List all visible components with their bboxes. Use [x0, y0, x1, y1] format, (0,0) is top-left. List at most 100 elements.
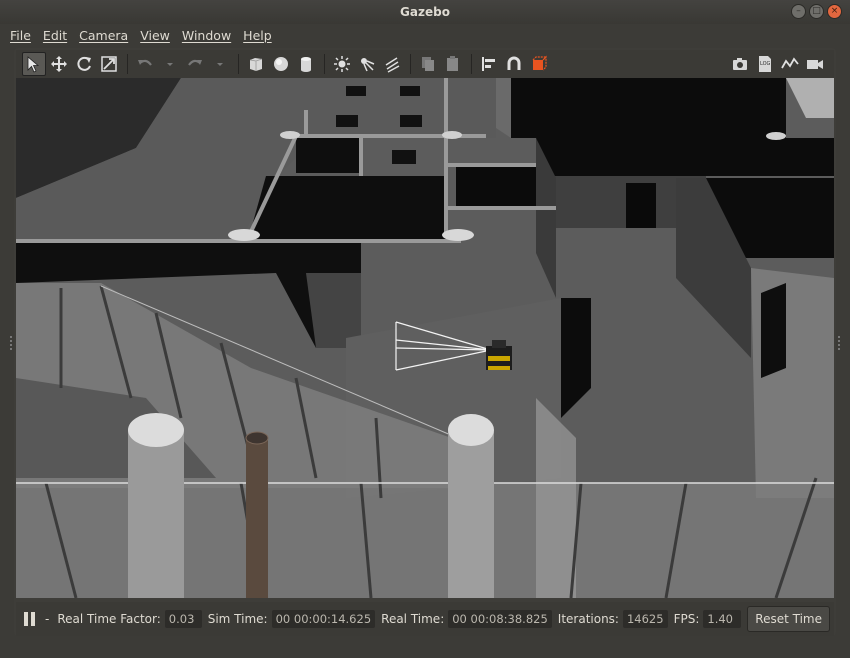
wall	[496, 78, 511, 138]
toolbar-separator	[410, 54, 411, 74]
point-light-button[interactable]	[330, 52, 354, 76]
sphere-icon	[274, 57, 288, 71]
step-separator: -	[45, 612, 50, 626]
pause-icon[interactable]	[24, 612, 35, 626]
iterations-label: Iterations:	[557, 612, 619, 626]
snap-button[interactable]	[502, 52, 526, 76]
move-arrows-icon	[51, 56, 67, 72]
sim-time-label: Sim Time:	[207, 612, 268, 626]
box-shape-button[interactable]	[244, 52, 268, 76]
maximize-button[interactable]: □	[809, 4, 824, 19]
paste-icon	[447, 56, 458, 71]
view-cube-icon	[532, 55, 548, 71]
caret-down-icon	[217, 63, 223, 66]
menu-bar: File Edit Camera View Window Help	[0, 24, 850, 46]
select-mode-button[interactable]	[22, 52, 46, 76]
status-bar: - Real Time Factor: 0.03 Sim Time: 00 00…	[16, 602, 834, 636]
cylinder-icon	[301, 57, 311, 72]
translate-mode-button[interactable]	[47, 52, 71, 76]
directional-light-button[interactable]	[380, 52, 404, 76]
pillar-cap	[280, 131, 300, 139]
fps-label: FPS:	[673, 612, 700, 626]
pillar-body	[128, 430, 184, 598]
svg-text:LOG: LOG	[760, 61, 771, 67]
toolbar-right-group: LOG	[728, 52, 828, 76]
toolbar-separator	[324, 54, 325, 74]
iterations-value: 14625	[622, 610, 668, 628]
doorway	[626, 183, 656, 228]
scene-render[interactable]	[16, 78, 834, 598]
sun-icon	[334, 56, 350, 72]
fps-value: 1.40	[703, 610, 742, 628]
menu-window[interactable]: Window	[176, 28, 237, 43]
sim-time-value: 00 00:00:14.625	[271, 610, 376, 628]
window-controls: – □ ×	[791, 4, 842, 19]
pillar-cap	[442, 131, 462, 139]
doorway	[456, 166, 536, 208]
screenshot-button[interactable]	[728, 52, 752, 76]
spot-light-icon	[361, 58, 375, 72]
real-time-factor-value: 0.03	[164, 610, 202, 628]
toolbar-separator	[238, 54, 239, 74]
rotate-mode-button[interactable]	[72, 52, 96, 76]
window-title: Gazebo	[400, 5, 450, 19]
room-interior	[248, 176, 446, 240]
plot-icon	[781, 57, 799, 69]
pillar-cap	[128, 413, 184, 447]
log-button[interactable]: LOG	[753, 52, 777, 76]
scene-viewport[interactable]	[16, 78, 834, 598]
real-time-factor-label: Real Time Factor:	[57, 612, 161, 626]
video-camera-icon	[807, 60, 823, 69]
spot-light-button[interactable]	[355, 52, 379, 76]
log-icon: LOG	[759, 56, 771, 72]
scale-mode-button[interactable]	[97, 52, 121, 76]
caret-down-icon	[167, 63, 173, 66]
roof-hole	[336, 115, 358, 127]
undo-icon	[138, 59, 152, 66]
close-button[interactable]: ×	[827, 4, 842, 19]
pillar-cap	[442, 229, 474, 241]
roof-hole	[400, 86, 420, 96]
arrow-cursor-icon	[27, 56, 40, 73]
align-button[interactable]	[477, 52, 501, 76]
menu-edit[interactable]: Edit	[37, 28, 73, 43]
menu-camera[interactable]: Camera	[73, 28, 134, 43]
pillar-body	[448, 430, 494, 598]
redo-button[interactable]	[183, 52, 207, 76]
room-interior	[536, 138, 834, 176]
menu-file[interactable]: File	[4, 28, 37, 43]
undo-button[interactable]	[133, 52, 157, 76]
redo-icon	[188, 59, 202, 66]
copy-icon	[422, 57, 434, 71]
menu-view[interactable]: View	[134, 28, 176, 43]
align-icon	[482, 57, 495, 71]
reset-time-button[interactable]: Reset Time	[747, 606, 830, 632]
toolbar-separator	[471, 54, 472, 74]
directional-light-icon	[385, 57, 400, 73]
brown-pipe	[246, 438, 268, 598]
paste-button[interactable]	[441, 52, 465, 76]
doorway	[761, 283, 786, 378]
room-interior	[511, 78, 786, 138]
room-interior	[296, 136, 361, 173]
record-video-button[interactable]	[803, 52, 827, 76]
menu-help[interactable]: Help	[237, 28, 278, 43]
left-panel-grip[interactable]	[10, 336, 13, 350]
magnet-icon	[507, 56, 521, 70]
pipe-cap	[245, 431, 269, 445]
minimize-button[interactable]: –	[791, 4, 806, 19]
redo-dropdown-button[interactable]	[208, 52, 232, 76]
roof-hole	[346, 86, 366, 96]
roof-hole	[400, 115, 422, 127]
roof-hole	[392, 150, 416, 164]
copy-button[interactable]	[416, 52, 440, 76]
sphere-shape-button[interactable]	[269, 52, 293, 76]
cylinder-shape-button[interactable]	[294, 52, 318, 76]
undo-dropdown-button[interactable]	[158, 52, 182, 76]
title-bar: Gazebo – □ ×	[0, 0, 850, 24]
change-view-button[interactable]	[527, 52, 551, 76]
scale-icon	[101, 56, 117, 72]
camera-icon	[733, 58, 747, 70]
right-panel-grip[interactable]	[838, 336, 841, 350]
plot-button[interactable]	[778, 52, 802, 76]
